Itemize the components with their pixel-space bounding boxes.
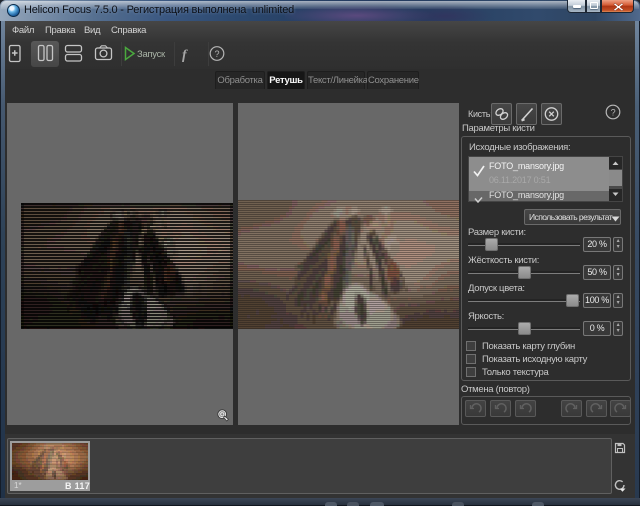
svg-text:f: f: [182, 48, 188, 63]
svg-text:Запуск: Запуск: [137, 49, 166, 60]
svg-text:?: ?: [611, 107, 616, 117]
svg-text:?: ?: [215, 49, 220, 59]
